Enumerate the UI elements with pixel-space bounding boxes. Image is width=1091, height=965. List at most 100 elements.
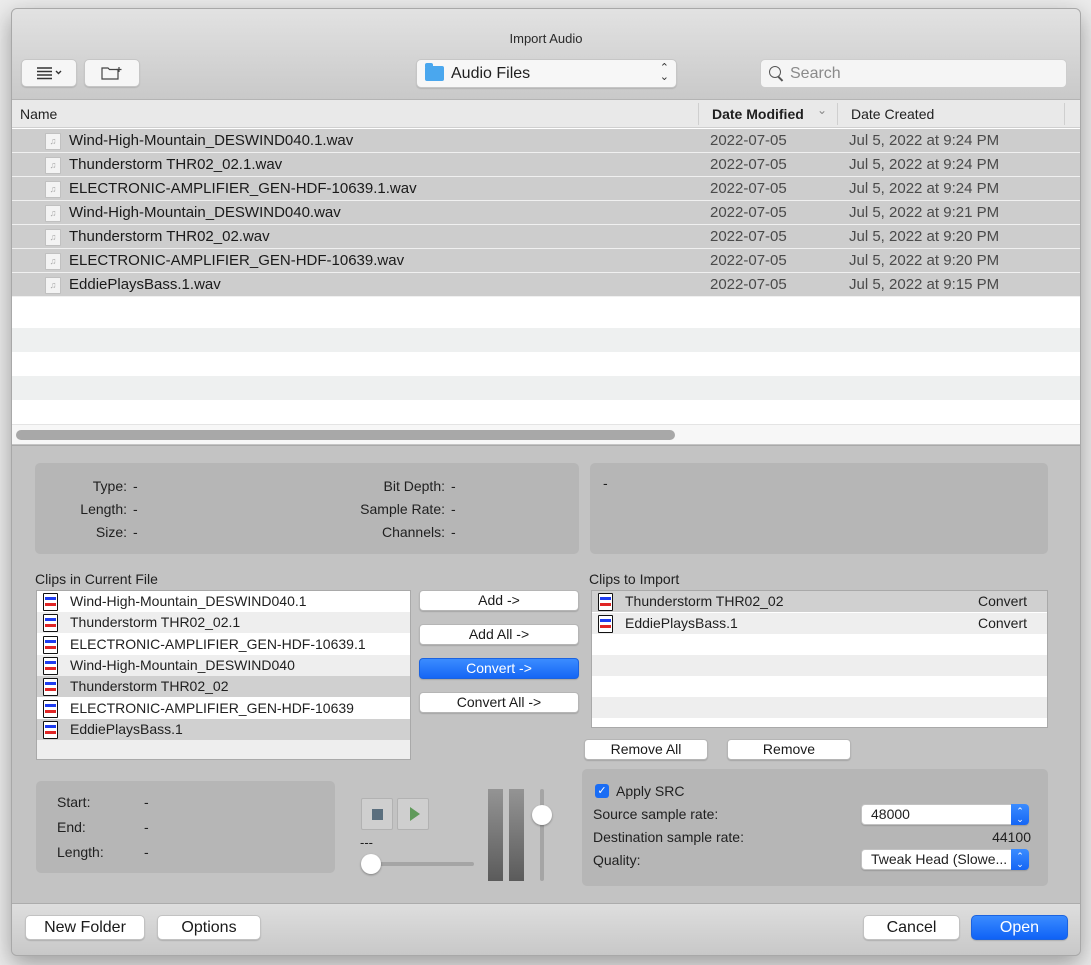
quality-value: Tweak Head (Slowe... [871,851,1008,867]
volume-slider[interactable] [540,789,544,881]
audio-clip-icon [43,720,58,739]
cancel-button[interactable]: Cancel [863,915,960,940]
file-row[interactable]: ♫ ELECTRONIC-AMPLIFIER_GEN-HDF-10639.1.wa… [12,177,1080,201]
empty-row [592,697,1047,718]
sample-rate-label: Sample Rate: [360,501,445,517]
file-row[interactable]: ♫ ELECTRONIC-AMPLIFIER_GEN-HDF-10639.wav 2… [12,249,1080,273]
new-folder-icon [101,67,122,80]
import-panel: Type: - Length: - Size: - Bit Depth: - S… [12,445,1080,905]
level-meter-left [488,789,503,881]
view-options-button[interactable] [21,59,77,87]
clip-name: Wind-High-Mountain_DESWIND040.1 [70,593,307,609]
clip-action: Convert [977,614,1027,631]
type-value: - [133,478,138,494]
audio-clip-icon [43,678,58,697]
file-date-modified: 2022-07-05 [710,156,787,173]
horizontal-scrollbar[interactable] [12,424,1080,444]
stop-button[interactable] [361,798,393,830]
import-clip-row[interactable]: EddiePlaysBass.1 Convert [592,612,1047,634]
play-button[interactable] [397,798,429,830]
source-rate-value: 48000 [871,806,910,822]
file-row[interactable]: ♫ Thunderstorm THR02_02.wav 2022-07-05 Jul … [12,225,1080,249]
add-all-button[interactable]: Add All -> [419,624,579,645]
clip-name: Thunderstorm THR02_02 [625,593,784,609]
toolbar: Import Audio Audio Files ⌃ ⌄ Search [12,9,1080,100]
volume-slider-knob[interactable] [532,804,552,825]
clips-import-list[interactable]: Thunderstorm THR02_02 Convert EddiePlaysBa… [591,590,1048,728]
open-button[interactable]: Open [971,915,1068,940]
audio-clip-icon [43,699,58,718]
clip-name: ELECTRONIC-AMPLIFIER_GEN-HDF-10639 [70,699,354,716]
file-row[interactable]: ♫ Wind-High-Mountain_DESWIND040.1.wav 2022… [12,129,1080,153]
clip-length-value: - [144,844,149,860]
end-value: - [144,819,149,835]
size-value: - [133,524,138,540]
clip-row[interactable]: Wind-High-Mountain_DESWIND040 [37,654,410,676]
source-rate-select[interactable]: 48000 ⌃ ⌄ [861,804,1029,825]
empty-row [12,352,1080,376]
clips-current-label: Clips in Current File [35,571,158,587]
new-folder-toolbar-button[interactable] [84,59,140,87]
position-slider[interactable] [370,862,474,866]
clip-row[interactable]: Thunderstorm THR02_02.1 [37,612,410,634]
folder-icon [425,63,444,81]
clip-name: Thunderstorm THR02_02.1 [70,614,241,631]
column-divider[interactable] [1064,103,1065,125]
remove-all-button[interactable]: Remove All [584,739,708,760]
start-label: Start: [57,794,91,810]
clip-row[interactable]: Thunderstorm THR02_02 [37,676,410,698]
file-info-box: Type: - Length: - Size: - Bit Depth: - S… [35,463,579,554]
clip-row[interactable]: ELECTRONIC-AMPLIFIER_GEN-HDF-10639 [37,697,410,719]
location-label: Audio Files [451,64,531,82]
remove-button[interactable]: Remove [727,739,851,760]
file-name: Wind-High-Mountain_DESWIND040.1.wav [69,132,354,149]
clip-row[interactable]: Wind-High-Mountain_DESWIND040.1 [37,591,410,612]
length-value: - [133,501,138,517]
location-popup[interactable]: Audio Files ⌃ ⌄ [416,59,677,88]
column-date-created[interactable]: Date Created [851,106,934,122]
file-row[interactable]: ♫ Wind-High-Mountain_DESWIND040.wav 2022-0… [12,201,1080,225]
audio-clip-icon [598,593,613,611]
file-date-modified: 2022-07-05 [710,228,787,245]
file-date-created: Jul 5, 2022 at 9:21 PM [849,204,1000,221]
clip-row[interactable]: EddiePlaysBass.1 [37,718,410,740]
dest-rate-label: Destination sample rate: [593,829,744,845]
quality-select[interactable]: Tweak Head (Slowe... ⌃ ⌄ [861,849,1029,870]
column-divider[interactable] [837,103,838,125]
level-meter-right [509,789,524,881]
new-folder-button[interactable]: New Folder [25,915,145,940]
file-name: ELECTRONIC-AMPLIFIER_GEN-HDF-10639.wav [69,252,405,269]
dest-rate-value: 44100 [992,829,1031,845]
empty-row [12,328,1080,352]
scrollbar-thumb[interactable] [16,430,675,440]
updown-chevron-icon: ⌃ ⌄ [1011,804,1029,825]
clip-action: Convert [977,593,1027,609]
convert-button[interactable]: Convert -> [419,658,579,679]
apply-src-checkbox[interactable]: ✓ [595,784,609,798]
empty-row [592,676,1047,697]
convert-all-button[interactable]: Convert All -> [419,692,579,713]
file-row[interactable]: ♫ Thunderstorm THR02_02.1.wav 2022-07-05 Ju… [12,153,1080,177]
options-button[interactable]: Options [157,915,261,940]
file-row[interactable]: ♫ EddiePlaysBass.1.wav 2022-07-05 Jul 5, 20… [12,273,1080,297]
sample-rate-value: - [451,501,456,517]
size-label: Size: [95,524,127,540]
play-icon [410,807,420,821]
column-name[interactable]: Name [20,106,57,122]
search-field[interactable]: Search [760,59,1067,88]
column-divider[interactable] [698,103,699,125]
file-date-modified: 2022-07-05 [710,132,787,149]
file-date-created: Jul 5, 2022 at 9:15 PM [849,276,1000,293]
apply-src-label: Apply SRC [616,783,685,799]
position-slider-knob[interactable] [361,854,381,874]
column-header: Name Date Modified ⌄ Date Created [12,100,1080,128]
channels-label: Channels: [381,524,445,540]
clips-current-list[interactable]: Wind-High-Mountain_DESWIND040.1 Thunderst… [36,590,411,760]
empty-row [592,655,1047,676]
add-button[interactable]: Add -> [419,590,579,611]
import-clip-row[interactable]: Thunderstorm THR02_02 Convert [592,591,1047,612]
clip-row[interactable]: ELECTRONIC-AMPLIFIER_GEN-HDF-10639.1 [37,633,410,655]
file-browser: Name Date Modified ⌄ Date Created ♫ Wind-… [12,100,1080,444]
column-date-modified[interactable]: Date Modified [712,106,804,122]
clip-name: EddiePlaysBass.1 [625,614,738,631]
